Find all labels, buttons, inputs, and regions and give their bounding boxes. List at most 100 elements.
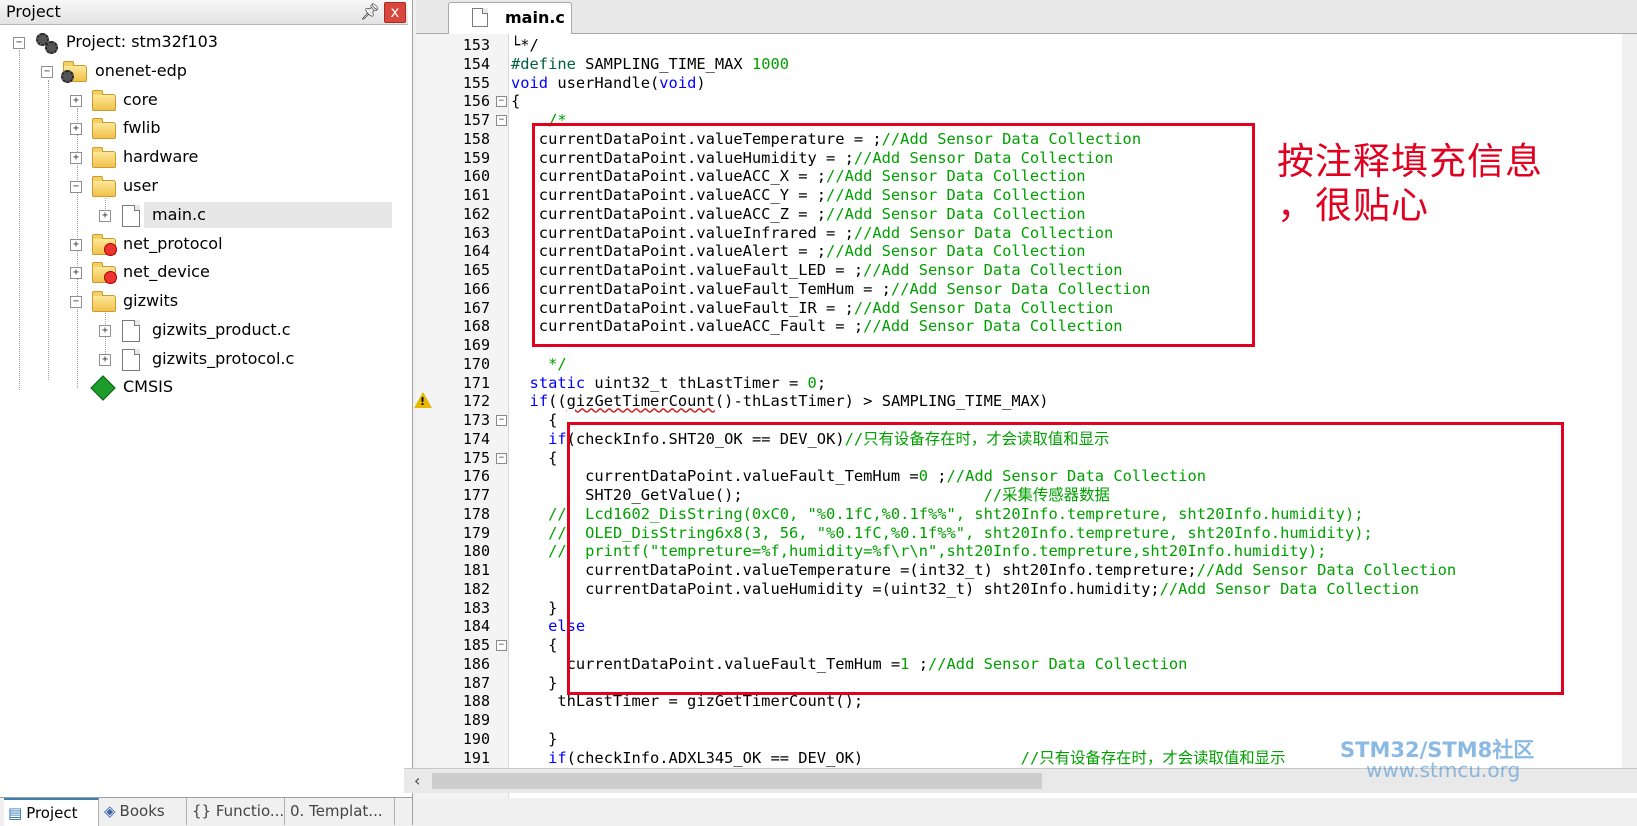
expand-toggle[interactable]: + <box>70 152 82 164</box>
watermark: STM32/STM8社区 www.stmcu.org <box>1340 734 1534 782</box>
line-number: 157 <box>462 111 490 129</box>
annotation-text: 按注释填充信息 ，很贴心 <box>1277 140 1577 228</box>
expand-toggle[interactable]: + <box>99 354 111 366</box>
scroll-thumb[interactable] <box>432 773 1042 789</box>
line-number: 186 <box>462 654 490 673</box>
line-number: 187 <box>462 673 490 692</box>
fold-toggle-icon[interactable]: − <box>496 115 507 126</box>
code-line[interactable]: } <box>511 730 557 749</box>
line-number: 171 <box>462 373 490 392</box>
tab-project[interactable]: ▤ Project <box>4 798 99 826</box>
fold-toggle-icon[interactable]: − <box>496 640 507 651</box>
folder-icon <box>92 147 116 168</box>
expand-toggle[interactable]: + <box>70 267 82 279</box>
target-gear-icon <box>61 70 74 83</box>
close-panel-button[interactable]: x <box>384 2 406 23</box>
expand-toggle[interactable]: + <box>99 325 111 337</box>
line-number: 185 <box>462 636 490 654</box>
code-line[interactable]: if((gizGetTimerCount()-thLastTimer) > SA… <box>511 392 1049 411</box>
expand-toggle[interactable]: + <box>70 239 82 251</box>
tab-main-c-label: main.c <box>505 8 565 27</box>
code-line[interactable]: thLastTimer = gizGetTimerCount(); <box>511 692 863 711</box>
line-number: 181 <box>462 561 490 579</box>
annotation-line-1: 按注释填充信息 <box>1277 140 1543 183</box>
line-number: 162 <box>462 204 490 223</box>
project-panel: Project 📌︎ x − Project: stm32f103 − onen… <box>0 0 413 826</box>
tab-books[interactable]: ◈ Books <box>100 798 187 825</box>
tab-templates[interactable]: 0. Templat... <box>286 798 395 825</box>
line-number: 173 <box>462 411 490 429</box>
tree-group-hardware[interactable]: + hardware <box>69 144 389 170</box>
c-file-icon <box>122 349 140 371</box>
fold-toggle-icon[interactable]: − <box>496 452 507 464</box>
tab-label: Books <box>119 802 165 820</box>
code-line[interactable]: { <box>511 449 557 468</box>
code-line[interactable]: { <box>511 636 557 655</box>
code-line[interactable]: if(checkInfo.ADXL345_OK == DEV_OK) //只有设… <box>511 749 1285 768</box>
c-file-icon <box>472 8 488 27</box>
tree-group-user[interactable]: − user <box>69 173 389 199</box>
fold-toggle-icon[interactable]: − <box>496 415 507 426</box>
watermark-line-2: www.stmcu.org <box>1366 758 1521 782</box>
line-number: 174 <box>462 429 490 448</box>
tree-project-root[interactable]: − Project: stm32f103 <box>12 29 402 55</box>
line-number: 172 <box>462 392 490 411</box>
code-line[interactable]: } <box>511 674 557 693</box>
collapse-toggle[interactable]: − <box>41 66 53 78</box>
collapse-toggle[interactable]: − <box>70 296 82 308</box>
tree-file-label: gizwits_protocol.c <box>152 349 295 368</box>
code-line[interactable]: static uint32_t thLastTimer = 0; <box>511 374 827 393</box>
tree-file-gizwits-protocol[interactable]: + gizwits_protocol.c <box>98 346 388 372</box>
code-line[interactable]: void userHandle(void) <box>511 74 706 93</box>
tree-group-fwlib[interactable]: + fwlib <box>69 115 389 141</box>
project-gear-icon <box>45 41 58 54</box>
tree-target-label: onenet-edp <box>95 61 187 80</box>
expand-toggle[interactable]: + <box>70 95 82 107</box>
code-line[interactable]: } <box>511 599 557 618</box>
line-number: 180 <box>462 542 490 561</box>
books-icon: ◈ <box>104 802 116 820</box>
tree-group-net-protocol[interactable]: + net_protocol <box>69 231 389 257</box>
line-number: 175 <box>462 448 490 467</box>
panel-bottom-tabs: ▤ Project ◈ Books {} Functio... 0. Templat… <box>0 797 412 826</box>
tree-cmsis-label: CMSIS <box>123 377 174 396</box>
line-number-gutter: 153 154 155 156−157−158 159 160 161 162 163 164 16… <box>416 34 509 798</box>
collapse-toggle[interactable]: − <box>70 181 82 193</box>
expand-toggle[interactable]: + <box>70 123 82 135</box>
code-line[interactable]: */ <box>511 355 567 374</box>
collapse-toggle[interactable]: − <box>13 37 25 49</box>
tree-group-gizwits[interactable]: − gizwits <box>69 288 389 314</box>
tree-file-main-c[interactable]: + main.c <box>98 202 388 228</box>
line-number: 158 <box>462 129 490 148</box>
tree-group-net-device[interactable]: + net_device <box>69 259 389 285</box>
tab-label: {} Functio... <box>192 802 285 820</box>
tree-group-label: core <box>123 90 158 109</box>
line-number: 169 <box>462 336 490 354</box>
line-number: 154 <box>462 54 490 73</box>
excluded-icon <box>104 243 117 256</box>
vertical-scrollbar[interactable] <box>1622 34 1637 768</box>
folder-icon <box>92 118 116 139</box>
tree-file-gizwits-product[interactable]: + gizwits_product.c <box>98 317 388 343</box>
pin-icon[interactable]: 📌︎ <box>360 0 380 24</box>
tab-main-c[interactable]: main.c <box>448 2 572 34</box>
code-line[interactable]: { <box>511 411 557 430</box>
tree-group-label: hardware <box>123 147 199 166</box>
tab-functions[interactable]: {} Functio... <box>188 798 285 825</box>
tree-file-label: gizwits_product.c <box>152 320 291 339</box>
tree-group-core[interactable]: + core <box>69 87 389 113</box>
open-folder-icon <box>92 291 116 312</box>
line-number: 166 <box>462 279 490 298</box>
scroll-left-arrow-icon[interactable]: ‹ <box>414 771 420 790</box>
code-line[interactable]: { <box>511 92 520 111</box>
fold-toggle-icon[interactable]: − <box>496 96 507 108</box>
tree-file-label: main.c <box>152 205 206 224</box>
code-line[interactable]: #define SAMPLING_TIME_MAX 1000 <box>511 55 789 74</box>
tree-cmsis[interactable]: CMSIS <box>69 374 389 401</box>
code-line[interactable]: └*/ <box>511 36 539 55</box>
tab-label: Project <box>26 804 78 822</box>
line-number: 179 <box>462 523 490 542</box>
tree-target[interactable]: − onenet-edp <box>40 58 400 84</box>
editor-tab-bar: main.c <box>416 0 1637 34</box>
expand-toggle[interactable]: + <box>99 210 111 222</box>
